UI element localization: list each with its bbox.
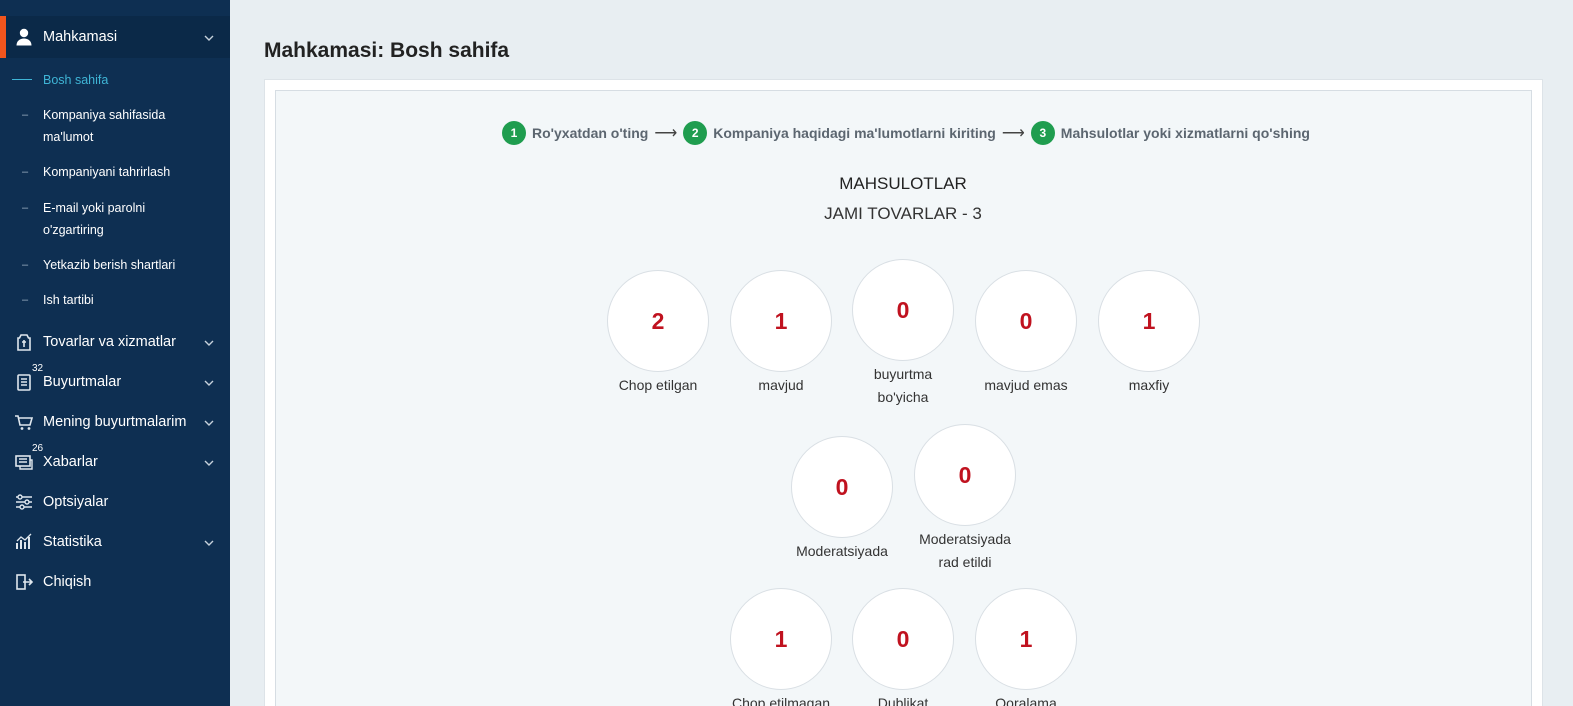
stat-label: maxfiy — [1128, 377, 1170, 393]
stat-value: 0 — [914, 424, 1016, 526]
stat-chop-etilmagan[interactable]: 1 Chop etilmagan — [729, 588, 833, 706]
stat-label: Moderatsiyada rad etildi — [919, 531, 1011, 570]
stat-maxfiy[interactable]: 1 maxfiy — [1097, 270, 1201, 397]
sidebar-item-tovarlar[interactable]: Tovarlar va xizmatlar — [0, 327, 230, 357]
dash: – — [22, 259, 29, 271]
stat-label: Chop etilgan — [618, 377, 698, 393]
chevron-down-icon — [203, 376, 215, 388]
step-number: 3 — [1030, 121, 1055, 145]
sidebar-section-mahkamasi[interactable]: Mahkamasi — [0, 16, 230, 58]
sidebar-subitem-label: Ish tartibi — [43, 293, 94, 307]
section-subtitle: JAMI TOVARLAR - 3 — [824, 204, 982, 223]
stat-label: mavjud — [758, 377, 804, 393]
sidebar-item-label: Buyurtmalar — [43, 374, 122, 390]
sidebar-item-label: Xabarlar — [43, 454, 98, 470]
dash: – — [22, 294, 29, 306]
step-label[interactable]: Mahsulotlar yoki xizmatlarni qo'shing — [1061, 125, 1310, 141]
stat-value: 0 — [791, 436, 893, 538]
section-title: MAHSULOTLAR — [839, 174, 967, 193]
product-tag-icon — [14, 332, 34, 352]
stat-value: 1 — [975, 588, 1077, 690]
sidebar-item-label: Mening buyurtmalarim — [43, 414, 187, 430]
sidebar-item-xabarlar[interactable]: 26 Xabarlar — [0, 443, 230, 477]
stat-value: 0 — [975, 270, 1077, 372]
stat-moderatsiyada[interactable]: 0 Moderatsiyada — [790, 436, 894, 563]
sidebar-item-chiqish[interactable]: Chiqish — [0, 567, 230, 597]
stat-buyurtma-boyicha[interactable]: 0 buyurtma bo'yicha — [851, 259, 955, 409]
sidebar-item-buyurtmalar[interactable]: 32 Buyurtmalar — [0, 363, 230, 397]
active-accent-bar — [0, 16, 6, 58]
step-arrow: ⟶ — [1001, 125, 1025, 142]
chart-icon — [14, 532, 34, 552]
stat-label: mavjud emas — [984, 377, 1068, 393]
notification-badge: 32 — [32, 363, 44, 374]
stat-label: Dublikat — [877, 695, 929, 706]
stat-label: Chop etilmagan — [731, 695, 831, 706]
sidebar-subitem-label: Kompaniya sahifasida ma'lumot — [43, 108, 166, 144]
step-label[interactable]: Ro'yxatdan o'ting — [532, 125, 648, 141]
stat-value: 1 — [1098, 270, 1200, 372]
stat-value: 0 — [852, 259, 954, 361]
sidebar-subitem-label: Yetkazib berish shartlari — [43, 258, 176, 272]
chevron-down-icon — [203, 336, 215, 348]
logout-icon — [14, 572, 34, 592]
stat-dublikat[interactable]: 0 Dublikat — [851, 588, 955, 706]
sidebar-section-label: Mahkamasi — [43, 29, 118, 45]
step-number: 1 — [502, 121, 526, 145]
stat-value: 0 — [852, 588, 954, 690]
stat-qoralama[interactable]: 1 Qoralama — [974, 588, 1078, 706]
sidebar-item-label: Chiqish — [43, 574, 92, 590]
chevron-down-icon — [203, 536, 215, 548]
stat-value: 1 — [730, 588, 832, 690]
stat-value: 1 — [730, 270, 832, 372]
stat-label: Qoralama — [995, 695, 1057, 706]
sidebar-item-label: Tovarlar va xizmatlar — [43, 334, 176, 350]
onboarding-steps: 1 Ro'yxatdan o'ting ⟶ 2 Kompaniya haqida… — [502, 121, 1310, 145]
chevron-down-icon — [203, 31, 215, 43]
cart-icon — [14, 412, 34, 432]
stat-label: buyurtma bo'yicha — [873, 366, 933, 405]
sidebar-item-mening-buyurtmalarim[interactable]: Mening buyurtmalarim — [0, 407, 230, 437]
stat-mavjud-emas[interactable]: 0 mavjud emas — [974, 270, 1078, 397]
orders-list-icon — [14, 372, 34, 392]
stat-value: 2 — [607, 270, 709, 372]
sidebar-item-optsiyalar[interactable]: Optsiyalar — [0, 487, 230, 517]
chevron-down-icon — [203, 416, 215, 428]
stat-moderatsiyada-rad-etildi[interactable]: 0 Moderatsiyada rad etildi — [913, 424, 1017, 574]
sidebar-item-statistika[interactable]: Statistika — [0, 527, 230, 557]
messages-icon — [14, 452, 34, 472]
sliders-icon — [14, 492, 34, 512]
chevron-down-icon — [203, 456, 215, 468]
sidebar-item-label: Statistika — [43, 534, 102, 550]
active-dash — [12, 79, 32, 80]
step-label[interactable]: Kompaniya haqidagi ma'lumotlarni kiritin… — [713, 125, 996, 141]
page-title: Mahkamasi: Bosh sahifa — [264, 39, 510, 62]
step-arrow: ⟶ — [654, 125, 678, 142]
stat-mavjud[interactable]: 1 mavjud — [729, 270, 833, 397]
sidebar-subitem-label: Bosh sahifa — [43, 73, 109, 87]
stat-label: Moderatsiyada — [796, 543, 888, 559]
stat-chop-etilgan[interactable]: 2 Chop etilgan — [606, 270, 710, 397]
user-icon — [14, 27, 34, 47]
dash: – — [22, 109, 29, 121]
step-number: 2 — [683, 121, 708, 145]
notification-badge: 26 — [32, 443, 44, 454]
sidebar-item-label: Optsiyalar — [43, 494, 109, 510]
sidebar: Mahkamasi Bosh sahifa – Kompaniya sahifa… — [0, 0, 230, 706]
